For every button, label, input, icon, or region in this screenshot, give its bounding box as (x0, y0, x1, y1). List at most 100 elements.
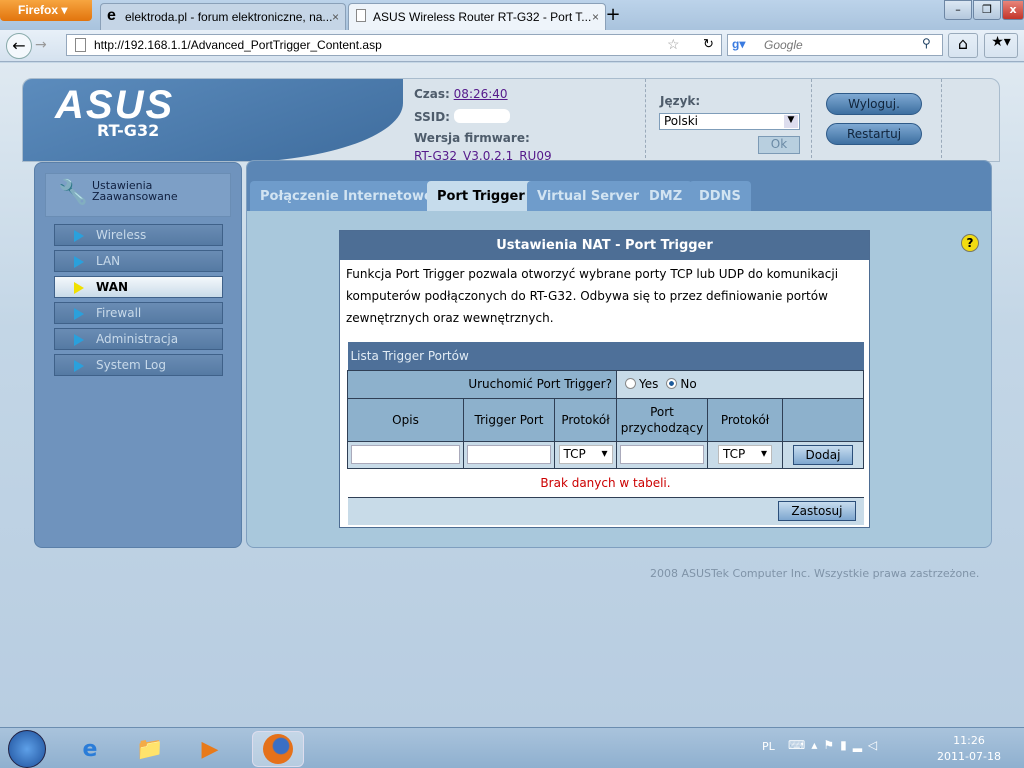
clock-date: 2011-07-18 (937, 750, 1001, 763)
back-button[interactable]: ← (6, 33, 32, 59)
close-tab-icon[interactable]: × (332, 10, 339, 24)
language-label: Język: (660, 94, 701, 108)
reload-icon[interactable]: ↻ (703, 36, 714, 52)
add-button[interactable]: Dodaj (792, 444, 854, 465)
arrow-icon (74, 282, 84, 294)
firefox-menu-button[interactable]: Firefox ▾ (0, 0, 92, 21)
firefox-taskbar-icon[interactable] (252, 731, 304, 767)
time-label: Czas: (414, 87, 450, 101)
column-header: Port przychodzący (616, 397, 708, 442)
sidebar-item-label: Wireless (96, 228, 147, 242)
close-window-button[interactable]: x (1002, 0, 1024, 20)
apply-button[interactable]: Zastosuj (778, 501, 856, 522)
cell: TCP (554, 440, 617, 469)
cell: TCP (707, 440, 783, 469)
maximize-button[interactable]: ❐ (973, 0, 1001, 20)
cell (616, 440, 708, 469)
ssid-row: SSID: (414, 109, 510, 124)
router-header: ASUS RT-G32 Czas: 08:26:40 SSID: Wersja … (22, 78, 1000, 162)
arrow-icon (74, 360, 84, 372)
tab-dmz[interactable]: DMZ (639, 181, 693, 211)
clock[interactable]: 11:26 2011-07-18 (934, 733, 1004, 765)
cell (347, 440, 464, 469)
sidebar-item-wan[interactable]: WAN (54, 276, 223, 298)
explorer-folder-icon[interactable]: 📁 (132, 731, 168, 767)
port-trigger-panel: Ustawienia NAT - Port Trigger Funkcja Po… (339, 230, 870, 528)
incoming-port-input[interactable] (619, 445, 705, 464)
search-icon[interactable]: ⚲ (922, 36, 931, 50)
description-input[interactable] (351, 445, 460, 464)
divider (941, 79, 942, 161)
firmware-label: Wersja firmware: (414, 131, 530, 145)
sidebar-item-lan[interactable]: LAN (54, 250, 223, 272)
sidebar-item-administracja[interactable]: Administracja (54, 328, 223, 350)
start-button[interactable] (8, 730, 46, 768)
tab-port-trigger[interactable]: Port Trigger (427, 181, 535, 211)
enable-label: Uruchomić Port Trigger? (347, 369, 617, 399)
tray-icons[interactable]: ⌨▴⚑▮▂◁ (788, 738, 883, 752)
clock-time: 11:26 (953, 734, 985, 747)
page-favicon-icon (356, 9, 366, 22)
browser-tab-asus[interactable]: ASUS Wireless Router RT-G32 - Port T... × (348, 3, 606, 30)
taskbar: e 📁 ▶ PL ⌨▴⚑▮▂◁ 11:26 2011-07-18 (0, 727, 1024, 768)
column-header-empty (782, 397, 864, 442)
google-icon: g▾ (732, 37, 746, 51)
tab-virtual-server[interactable]: Virtual Server (527, 181, 650, 211)
media-player-icon[interactable]: ▶ (192, 731, 228, 767)
trigger-port-input[interactable] (466, 445, 552, 464)
sidebar-item-system-log[interactable]: System Log (54, 354, 223, 376)
panel-title: Ustawienia NAT - Port Trigger (340, 231, 869, 260)
restart-button[interactable]: Restartuj (826, 123, 922, 145)
time-link[interactable]: 08:26:40 (454, 87, 508, 101)
arrow-icon (74, 308, 84, 320)
url-bar[interactable]: http://192.168.1.1/Advanced_PortTrigger_… (66, 34, 722, 56)
trigger-protocol-select[interactable]: TCP (558, 445, 613, 464)
apply-row: Zastosuj (347, 497, 864, 525)
panel-description: Funkcja Port Trigger pozwala otworzyć wy… (346, 267, 839, 325)
firefox-menu-label: Firefox (18, 3, 59, 17)
yes-label: Yes (639, 377, 659, 391)
list-title: Lista Trigger Portów (347, 342, 864, 370)
column-header: Protokół (707, 397, 783, 442)
tab-title: ASUS Wireless Router RT-G32 - Port T... (373, 10, 592, 24)
sidebar-title-line2: Zaawansowane (92, 190, 178, 203)
new-tab-button[interactable]: + (600, 4, 626, 28)
tab-title: elektroda.pl - forum elektroniczne, na..… (125, 10, 333, 24)
bookmarks-button[interactable]: ★▾ (984, 33, 1018, 58)
minimize-button[interactable]: – (944, 0, 972, 20)
search-input[interactable]: g▾ Google ⚲ (727, 34, 943, 56)
url-text: http://192.168.1.1/Advanced_PortTrigger_… (94, 38, 382, 52)
browser-tab-bar: Firefox ▾ e elektroda.pl - forum elektron… (0, 0, 1024, 30)
browser-tab-elektroda[interactable]: e elektroda.pl - forum elektroniczne, na.… (100, 3, 346, 30)
logout-button[interactable]: Wyloguj. (826, 93, 922, 115)
radio-yes[interactable] (625, 378, 636, 389)
tab-internet-connection[interactable]: Połączenie Internetowe (250, 181, 443, 211)
internet-explorer-icon[interactable]: e (72, 731, 108, 767)
home-button[interactable]: ⌂ (948, 33, 978, 58)
language-indicator[interactable]: PL (762, 740, 775, 753)
column-header: Trigger Port (463, 397, 555, 442)
forward-button[interactable]: → (35, 37, 47, 53)
arrow-icon (74, 230, 84, 242)
help-icon[interactable]: ? (961, 234, 979, 252)
ssid-label: SSID: (414, 110, 450, 124)
sidebar-item-firewall[interactable]: Firewall (54, 302, 223, 324)
incoming-protocol-select[interactable]: TCP (718, 445, 772, 464)
column-header: Protokół (554, 397, 617, 442)
ok-button[interactable]: Ok (758, 136, 800, 154)
empty-table-message: Brak danych w tabeli. (347, 467, 864, 498)
tools-icon: 🔧 (58, 178, 88, 206)
arrow-icon (74, 334, 84, 346)
language-select[interactable]: Polski ▼ (659, 113, 800, 130)
column-header: Opis (347, 397, 464, 442)
tab-ddns[interactable]: DDNS (689, 181, 751, 211)
firefox-logo-icon (263, 734, 293, 764)
sidebar-item-wireless[interactable]: Wireless (54, 224, 223, 246)
bookmark-star-icon[interactable]: ☆ (667, 36, 680, 53)
page-icon (75, 38, 86, 52)
close-tab-icon[interactable]: × (592, 10, 599, 24)
sidebar-header: 🔧 Ustawienia Zaawansowane (45, 173, 231, 217)
radio-no[interactable] (666, 378, 678, 389)
sidebar-item-label: LAN (96, 254, 121, 268)
search-placeholder: Google (764, 38, 803, 52)
